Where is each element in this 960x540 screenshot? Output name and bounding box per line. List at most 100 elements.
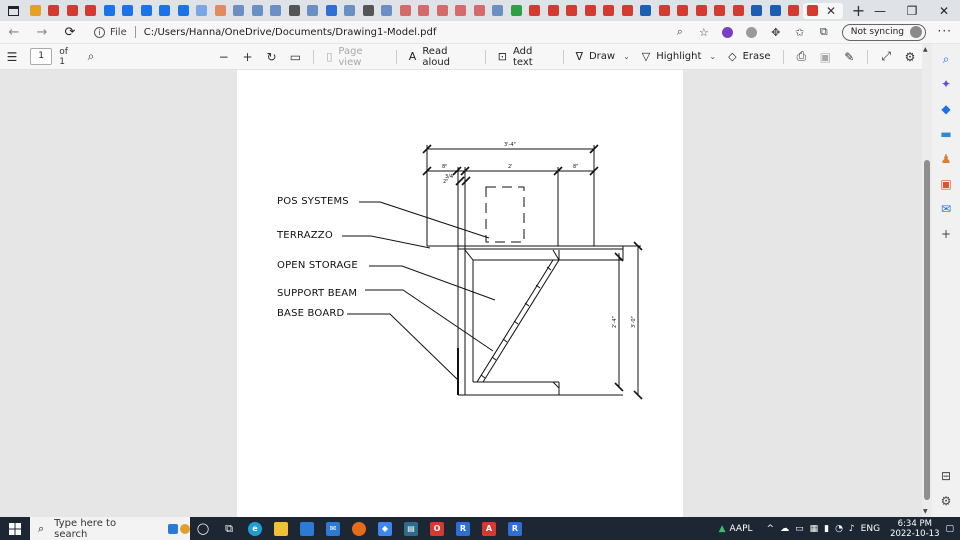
taskbar-edge[interactable]: e — [242, 517, 268, 540]
browser-tab[interactable] — [267, 3, 285, 19]
sidebar-games-icon[interactable]: ♟ — [936, 149, 956, 169]
browser-tab[interactable] — [248, 3, 266, 19]
browser-tab[interactable] — [156, 3, 174, 19]
taskbar-office[interactable]: O — [424, 517, 450, 540]
browser-tab[interactable] — [82, 3, 100, 19]
browser-tab[interactable] — [563, 3, 581, 19]
highlight-button[interactable]: ▽ Highlight ⌄ — [636, 44, 722, 70]
browser-tab[interactable] — [600, 3, 618, 19]
browser-tab[interactable] — [304, 3, 322, 19]
browser-tab[interactable] — [433, 3, 451, 19]
tray-chevron-up-icon[interactable]: ^ — [767, 524, 775, 534]
favorite-add-icon[interactable]: ☆ — [692, 21, 716, 43]
collections-icon[interactable]: ⧉ — [812, 21, 836, 43]
browser-tab[interactable] — [692, 3, 710, 19]
tab-actions-icon[interactable] — [0, 0, 26, 21]
scroll-down-arrow[interactable]: ▼ — [923, 508, 928, 515]
browser-tab[interactable] — [766, 3, 784, 19]
browser-tab[interactable] — [785, 3, 803, 19]
sidebar-outlook-icon[interactable]: ✉ — [936, 199, 956, 219]
page-number-input[interactable]: 1 — [29, 48, 53, 65]
minimize-button[interactable]: — — [864, 0, 896, 21]
zoom-icon[interactable]: ⌕ — [668, 21, 692, 43]
pdf-viewer[interactable]: 3'-4" 8" 2' 8" 2" 3/4 2'-4" 3'-0" POS SY… — [0, 70, 922, 517]
sidebar-discover-icon[interactable]: ✦ — [936, 74, 956, 94]
add-text-button[interactable]: ⊡ Add text — [492, 44, 557, 70]
tray-battery-icon[interactable]: ▮ — [824, 524, 829, 534]
close-window-button[interactable]: ✕ — [928, 0, 960, 21]
browser-tab[interactable] — [137, 3, 155, 19]
windows-start-icon[interactable] — [0, 517, 30, 540]
contents-icon[interactable]: ☰ — [0, 44, 24, 70]
fullscreen-icon[interactable]: ⤢ — [874, 44, 898, 70]
vertical-scrollbar[interactable]: ▲ ▼ — [922, 44, 932, 517]
browser-tab[interactable] — [378, 3, 396, 19]
tray-display-icon[interactable]: ▭ — [795, 524, 804, 534]
sidebar-search-icon[interactable]: ⌕ — [936, 49, 956, 69]
tab-close-icon[interactable]: ✕ — [826, 4, 836, 18]
taskbar-r[interactable]: R — [450, 517, 476, 540]
browser-tab[interactable] — [637, 3, 655, 19]
sidebar-shopping-icon[interactable]: ◆ — [936, 99, 956, 119]
save-as-icon[interactable]: ✎ — [837, 44, 861, 70]
taskbar-acrobat[interactable]: A — [476, 517, 502, 540]
taskbar-rstudio[interactable]: R — [502, 517, 528, 540]
browser-tab[interactable] — [63, 3, 81, 19]
browser-tab[interactable] — [729, 3, 747, 19]
tray-cloud-icon[interactable]: ☁ — [780, 524, 789, 534]
read-aloud-button[interactable]: A Read aloud — [403, 44, 479, 70]
print-icon[interactable]: ⎙ — [789, 44, 813, 70]
browser-tab[interactable] — [285, 3, 303, 19]
notifications-icon[interactable]: ▢ — [945, 524, 954, 534]
sync-button[interactable]: Not syncing — [841, 23, 926, 41]
browser-tab[interactable] — [341, 3, 359, 19]
maximize-button[interactable]: ❐ — [896, 0, 928, 21]
browser-tab[interactable] — [507, 3, 525, 19]
favorites-icon[interactable]: ✩ — [788, 21, 812, 43]
browser-tab[interactable] — [230, 3, 248, 19]
stock-widget[interactable]: ▲ AAPL — [719, 524, 753, 534]
site-info[interactable]: i File — [94, 26, 127, 38]
browser-tab[interactable] — [45, 3, 63, 19]
zoom-out-icon[interactable]: − — [212, 44, 236, 70]
browser-tab[interactable] — [396, 3, 414, 19]
draw-button[interactable]: ∇ Draw ⌄ — [570, 44, 636, 70]
browser-tab[interactable] — [452, 3, 470, 19]
browser-tab[interactable] — [711, 3, 729, 19]
more-options-icon[interactable]: ··· — [938, 24, 952, 38]
tray-meet-icon[interactable]: ▦ — [810, 524, 819, 534]
sidebar-office-icon[interactable]: ▣ — [936, 174, 956, 194]
cortana-icon[interactable]: ◯ — [190, 517, 216, 540]
page-view-button[interactable]: ▯ Page view — [320, 44, 390, 70]
zoom-in-icon[interactable]: + — [236, 44, 260, 70]
tray-volume-icon[interactable]: ♪ — [849, 524, 855, 534]
forward-button[interactable]: → — [28, 21, 56, 43]
taskbar-clock[interactable]: 6:34 PM 2022-10-13 — [890, 519, 939, 539]
rotate-icon[interactable]: ↻ — [260, 44, 284, 70]
save-icon[interactable]: ▣ — [813, 44, 837, 70]
taskbar-store[interactable] — [294, 517, 320, 540]
extension-purple-icon[interactable] — [716, 21, 740, 43]
browser-tab[interactable] — [674, 3, 692, 19]
scrollbar-thumb[interactable] — [924, 160, 930, 500]
sidebar-tools-icon[interactable]: ▬ — [936, 124, 956, 144]
browser-tab[interactable] — [581, 3, 599, 19]
chevron-down-icon[interactable]: ⌄ — [623, 52, 630, 61]
browser-tab[interactable] — [544, 3, 562, 19]
url-field[interactable]: C:/Users/Hanna/OneDrive/Documents/Drawin… — [144, 27, 437, 38]
sidebar-add-icon[interactable]: + — [936, 224, 956, 244]
browser-tab[interactable] — [211, 3, 229, 19]
sidebar-layout-icon[interactable]: ⊟ — [936, 466, 956, 486]
tray-network-icon[interactable]: ◔ — [835, 524, 843, 534]
taskbar-search-box[interactable]: ⌕ Type here to search — [30, 517, 190, 540]
erase-button[interactable]: ◇ Erase — [722, 44, 776, 70]
browser-tab[interactable] — [119, 3, 137, 19]
browser-tab[interactable] — [415, 3, 433, 19]
browser-tab[interactable] — [26, 3, 44, 19]
refresh-button[interactable]: ⟳ — [56, 21, 84, 43]
taskbar-firefox[interactable] — [346, 517, 372, 540]
taskbar-terminal[interactable]: ▤ — [398, 517, 424, 540]
scroll-up-arrow[interactable]: ▲ — [923, 46, 928, 53]
fit-page-icon[interactable]: ▭ — [283, 44, 307, 70]
browser-tab[interactable] — [470, 3, 488, 19]
